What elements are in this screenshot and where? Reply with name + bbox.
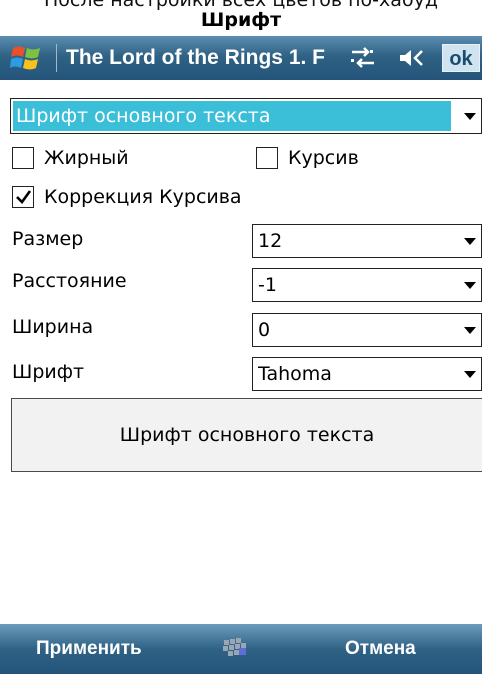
chevron-down-icon [464, 113, 476, 120]
chevron-down-icon [464, 371, 476, 378]
bold-checkbox-row[interactable]: Жирный [12, 143, 129, 173]
ok-button[interactable]: ok [442, 44, 480, 72]
keyboard-icon[interactable] [220, 636, 250, 662]
width-value: 0 [258, 319, 271, 341]
width-dropdown[interactable]: 0 [252, 313, 482, 347]
width-label: Ширина [12, 316, 94, 338]
italic-correction-checkbox[interactable] [12, 186, 34, 208]
italic-correction-label: Коррекция Курсива [44, 186, 242, 208]
apply-softkey[interactable]: Применить [36, 624, 142, 674]
speaker-icon[interactable] [398, 46, 428, 70]
font-target-value: Шрифт основного текста [13, 101, 451, 131]
caption-top-text: После настройки всех цветов по-хабуд [0, 0, 482, 10]
title-separator [56, 44, 57, 72]
chevron-down-icon [464, 238, 476, 245]
checkmark-icon [16, 190, 32, 204]
size-dropdown[interactable]: 12 [252, 224, 482, 258]
connectivity-icon[interactable] [348, 46, 378, 70]
font-dropdown[interactable]: Tahoma [252, 357, 482, 391]
bold-label: Жирный [44, 147, 129, 169]
italic-correction-checkbox-row[interactable]: Коррекция Курсива [12, 182, 242, 212]
spacing-label: Расстояние [12, 270, 127, 292]
caption-title: Шрифт [200, 10, 282, 30]
bold-checkbox[interactable] [12, 147, 34, 169]
italic-label: Курсив [288, 147, 359, 169]
font-preview: Шрифт основного текста [11, 398, 482, 472]
font-value: Tahoma [258, 363, 332, 385]
font-target-dropdown[interactable]: Шрифт основного текста [10, 98, 482, 134]
italic-checkbox-row[interactable]: Курсив [256, 143, 359, 173]
spacing-value: -1 [258, 274, 277, 296]
windows-logo-icon[interactable] [10, 42, 44, 74]
chevron-down-icon [464, 327, 476, 334]
title-bar: The Lord of the Rings 1. F ok [0, 36, 482, 80]
app-title: The Lord of the Rings 1. F [66, 46, 325, 69]
italic-checkbox[interactable] [256, 147, 278, 169]
spacing-dropdown[interactable]: -1 [252, 268, 482, 302]
font-preview-text: Шрифт основного текста [119, 424, 375, 446]
chevron-down-icon [464, 282, 476, 289]
softkey-bar: Применить Отмена [0, 624, 482, 674]
font-label: Шрифт [12, 361, 85, 383]
size-value: 12 [258, 230, 283, 252]
size-label: Размер [12, 228, 84, 250]
cancel-softkey[interactable]: Отмена [345, 624, 416, 674]
